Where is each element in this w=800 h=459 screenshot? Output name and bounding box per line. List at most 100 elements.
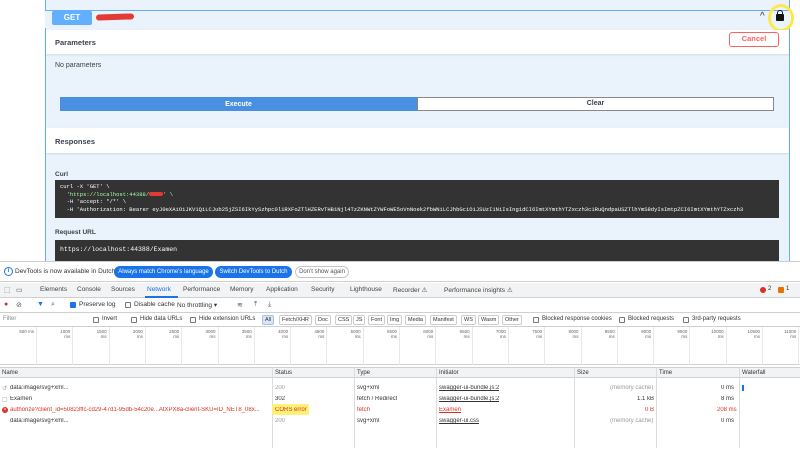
row-name: Examen [10,396,33,402]
tab-recorder[interactable]: Recorder ⚠ [393,286,427,294]
clear-button[interactable]: Clear [417,97,774,111]
blocked-requests-label: Blocked requests [628,316,675,322]
timeline-gridline [253,327,255,365]
tab-lighthouse[interactable]: Lighthouse [350,286,382,293]
lock-icon-body[interactable] [776,14,784,21]
filter-all[interactable]: All [262,315,275,325]
timeline-tick-label: 9500 ms [677,329,688,339]
import-icon[interactable]: ⤒ [254,301,257,309]
chevron-up-icon[interactable]: ^ [760,11,765,22]
device-toolbar-icon[interactable]: ▭ [16,286,23,294]
curl-code-block[interactable]: curl -X 'GET' \ 'https://localhost:44388… [55,180,779,218]
disable-cache-checkbox[interactable] [125,302,131,308]
tab-memory[interactable]: Memory [230,286,253,293]
timeline-gridline [144,327,146,365]
network-overview-timeline[interactable]: 500 ms 1000 ms 1500 ms 2000 ms 2500 ms 3000 m… [0,327,800,365]
dont-show-again-button[interactable]: Don't show again [295,266,349,278]
error-count-icon[interactable] [760,287,766,293]
col-time[interactable]: Time [659,370,672,376]
row-initiator[interactable]: swagger-ui.css [439,418,479,424]
filter-css[interactable]: CSS [335,315,353,325]
blocked-cookies-checkbox[interactable] [533,317,539,323]
col-waterfall[interactable]: Waterfall [742,370,765,376]
info-icon: i [4,267,13,276]
row-initiator[interactable]: swagger-ui-bundle.js:2 [439,385,499,391]
curl-line-1: curl -X 'GET' \ [60,183,110,190]
language-infobar: i DevTools is now available in Dutch! Al… [0,262,800,282]
devtools-tabbar: ⬚ ▭ Elements Console Sources Network Per… [0,283,800,298]
col-initiator[interactable]: Initiator [439,370,459,376]
network-conditions-icon[interactable]: ≋ [237,301,243,309]
tab-sources[interactable]: Sources [111,286,135,293]
warning-count[interactable]: 1 [786,286,789,292]
search-icon[interactable]: ⌕ [51,301,55,309]
network-toolbar: ● ⊘ ▼ ⌕ Preserve log Disable cache No th… [0,298,800,313]
error-count[interactable]: 2 [768,286,771,292]
timeline-tick-label: 9000 ms [641,329,652,339]
hide-ext-urls-checkbox[interactable] [190,317,196,323]
clear-icon[interactable]: ⊘ [16,301,22,309]
table-row[interactable]: ▢ Examen 302 fetch / Redirect swagger-ui… [0,394,800,405]
timeline-gridline [217,327,219,365]
method-badge: GET [52,11,92,25]
col-name[interactable]: Name [2,370,18,376]
timeline-tick-label: 8000 ms [568,329,579,339]
tab-performance-insights[interactable]: Performance insights ⚠ [444,286,513,294]
blocked-requests-checkbox[interactable] [619,317,625,323]
tab-application[interactable]: Application [266,286,298,293]
tab-elements[interactable]: Elements [40,286,67,293]
filter-manifest[interactable]: Manifest [430,315,457,325]
timeline-tick-label: 8500 ms [604,329,615,339]
filter-input[interactable]: Filter [3,316,16,322]
preserve-log-checkbox[interactable] [70,302,76,308]
row-initiator[interactable]: swagger-ui-bundle.js:2 [439,396,499,402]
preserve-log-label: Preserve log [79,301,116,308]
curl-url-prefix: 'https://localhost:44388/ [60,190,150,198]
third-party-checkbox[interactable] [683,317,689,323]
table-row[interactable]: ↺ data:image/svg+xml... 200 svg+xml swag… [0,383,800,394]
cancel-button[interactable]: Cancel [729,32,779,47]
parameters-header [46,30,789,54]
operation-summary[interactable] [45,10,790,28]
timeline-tick-label: 7500 ms [532,329,543,339]
col-size[interactable]: Size [577,370,589,376]
timeline-tick-label: 3500 ms [241,329,252,339]
filter-icon[interactable]: ▼ [37,301,44,308]
filter-media[interactable]: Media [405,315,426,325]
execute-button[interactable]: Execute [60,97,417,111]
tab-console[interactable]: Console [77,286,101,293]
inspect-icon[interactable]: ⬚ [4,286,11,294]
filter-font[interactable]: Font [368,315,386,325]
timeline-gridline [399,327,400,365]
filter-wasm[interactable]: Wasm [478,315,500,325]
row-initiator[interactable]: Examen [439,407,461,413]
request-url-value[interactable]: https://localhost:44388/Examen [55,240,779,261]
timeline-gridline [435,327,437,365]
hide-data-urls-checkbox[interactable] [131,317,137,323]
timeline-tick-label: 1500 ms [96,329,107,339]
doc-resource-icon: ▢ [2,397,8,403]
row-status: 200 [275,385,286,391]
filter-bar: Filter Invert Hide data URLs Hide extens… [0,313,800,327]
switch-to-dutch-button[interactable]: Switch DevTools to Dutch [215,266,292,278]
tab-security[interactable]: Security [311,286,334,293]
export-icon[interactable]: ⤓ [268,301,271,309]
filter-doc[interactable]: Doc [315,315,331,325]
throttling-select[interactable]: No throttling ▾ [177,301,217,309]
col-status[interactable]: Status [275,370,292,376]
tab-network[interactable]: Network [147,286,171,293]
record-icon[interactable]: ● [4,301,8,308]
parameters-title: Parameters [55,38,96,47]
col-type[interactable]: Type [357,370,370,376]
filter-other[interactable]: Other [502,315,522,325]
warning-count-icon[interactable] [778,287,784,293]
tab-performance[interactable]: Performance [183,286,220,293]
filter-ws[interactable]: WS [461,315,476,325]
filter-js[interactable]: JS [353,315,366,325]
always-match-button[interactable]: Always match Chrome's language [114,266,213,278]
filter-img[interactable]: Img [387,315,403,325]
filter-fetch-xhr[interactable]: Fetch/XHR [279,315,312,325]
invert-checkbox[interactable] [93,317,99,323]
table-row[interactable]: × authorize?client_id=50823ffc-cd29-47d1… [0,404,800,416]
table-row[interactable]: data:image/svg+xml... 200 svg+xml swagge… [0,416,800,427]
